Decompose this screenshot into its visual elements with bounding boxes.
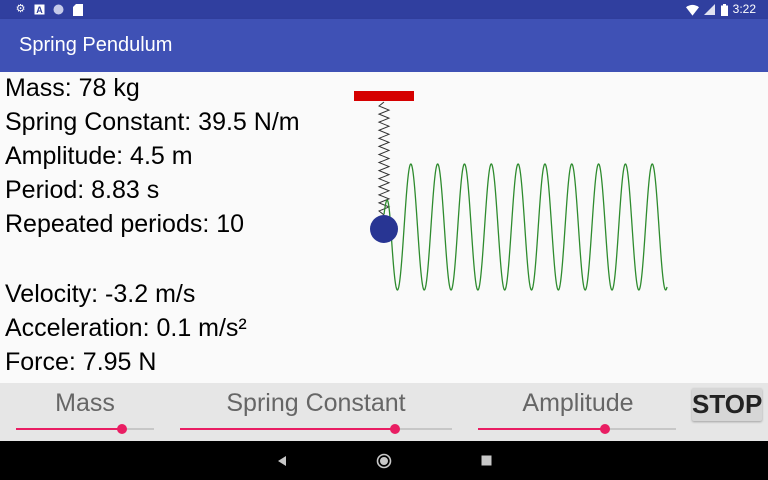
force-readout: Force: 7.95 N	[5, 348, 157, 376]
slider-thumb[interactable]	[389, 424, 400, 434]
stop-button[interactable]: STOP	[692, 388, 762, 421]
repeated-periods-readout: Repeated periods: 10	[5, 210, 245, 238]
navigation-bar	[0, 441, 768, 480]
slider-fill	[16, 428, 123, 430]
app-title: Spring Pendulum	[19, 34, 173, 56]
signal-icon	[703, 3, 716, 16]
oscillation-trace	[383, 163, 668, 291]
acceleration-readout: Acceleration: 0.1 m/s²	[5, 314, 247, 342]
pendulum-simulation	[354, 91, 668, 291]
gear-icon: ⚙	[15, 3, 26, 15]
period-readout: Period: 8.83 s	[5, 176, 160, 204]
a-box-icon: A	[33, 3, 46, 16]
svg-text:A: A	[36, 5, 43, 15]
recents-button[interactable]	[466, 441, 506, 480]
mass-slider-label: Mass	[55, 389, 115, 417]
spring-coil	[377, 101, 391, 216]
slider-fill	[478, 428, 605, 430]
amplitude-slider[interactable]	[478, 423, 676, 435]
home-icon	[376, 453, 392, 468]
mass-slider[interactable]	[16, 423, 154, 435]
controls-panel: Mass Spring Constant Amplitude	[0, 383, 768, 441]
back-icon	[278, 455, 286, 466]
slider-thumb[interactable]	[599, 424, 610, 434]
spring-constant-slider-label: Spring Constant	[226, 389, 406, 417]
battery-icon	[718, 3, 731, 16]
back-button[interactable]	[262, 441, 302, 480]
status-bar: ⚙ A 3:22	[0, 0, 768, 19]
mass-readout: Mass: 78 kg	[5, 74, 140, 102]
sd-card-icon	[71, 3, 84, 16]
slider-thumb[interactable]	[117, 424, 128, 434]
clock: 3:22	[732, 2, 756, 16]
velocity-readout: Velocity: -3.2 m/s	[5, 280, 196, 308]
amplitude-slider-label: Amplitude	[522, 389, 634, 417]
slider-fill	[180, 428, 395, 430]
spring-constant-slider[interactable]	[180, 423, 452, 435]
home-button[interactable]	[364, 441, 404, 480]
wifi-icon	[686, 3, 699, 16]
spring-constant-readout: Spring Constant: 39.5 N/m	[5, 108, 300, 136]
circle-icon	[52, 3, 65, 16]
app-bar: Spring Pendulum	[0, 19, 768, 72]
spring-anchor	[354, 91, 414, 101]
recents-icon	[481, 455, 491, 466]
amplitude-readout: Amplitude: 4.5 m	[5, 142, 193, 170]
pendulum-bob	[370, 215, 398, 243]
